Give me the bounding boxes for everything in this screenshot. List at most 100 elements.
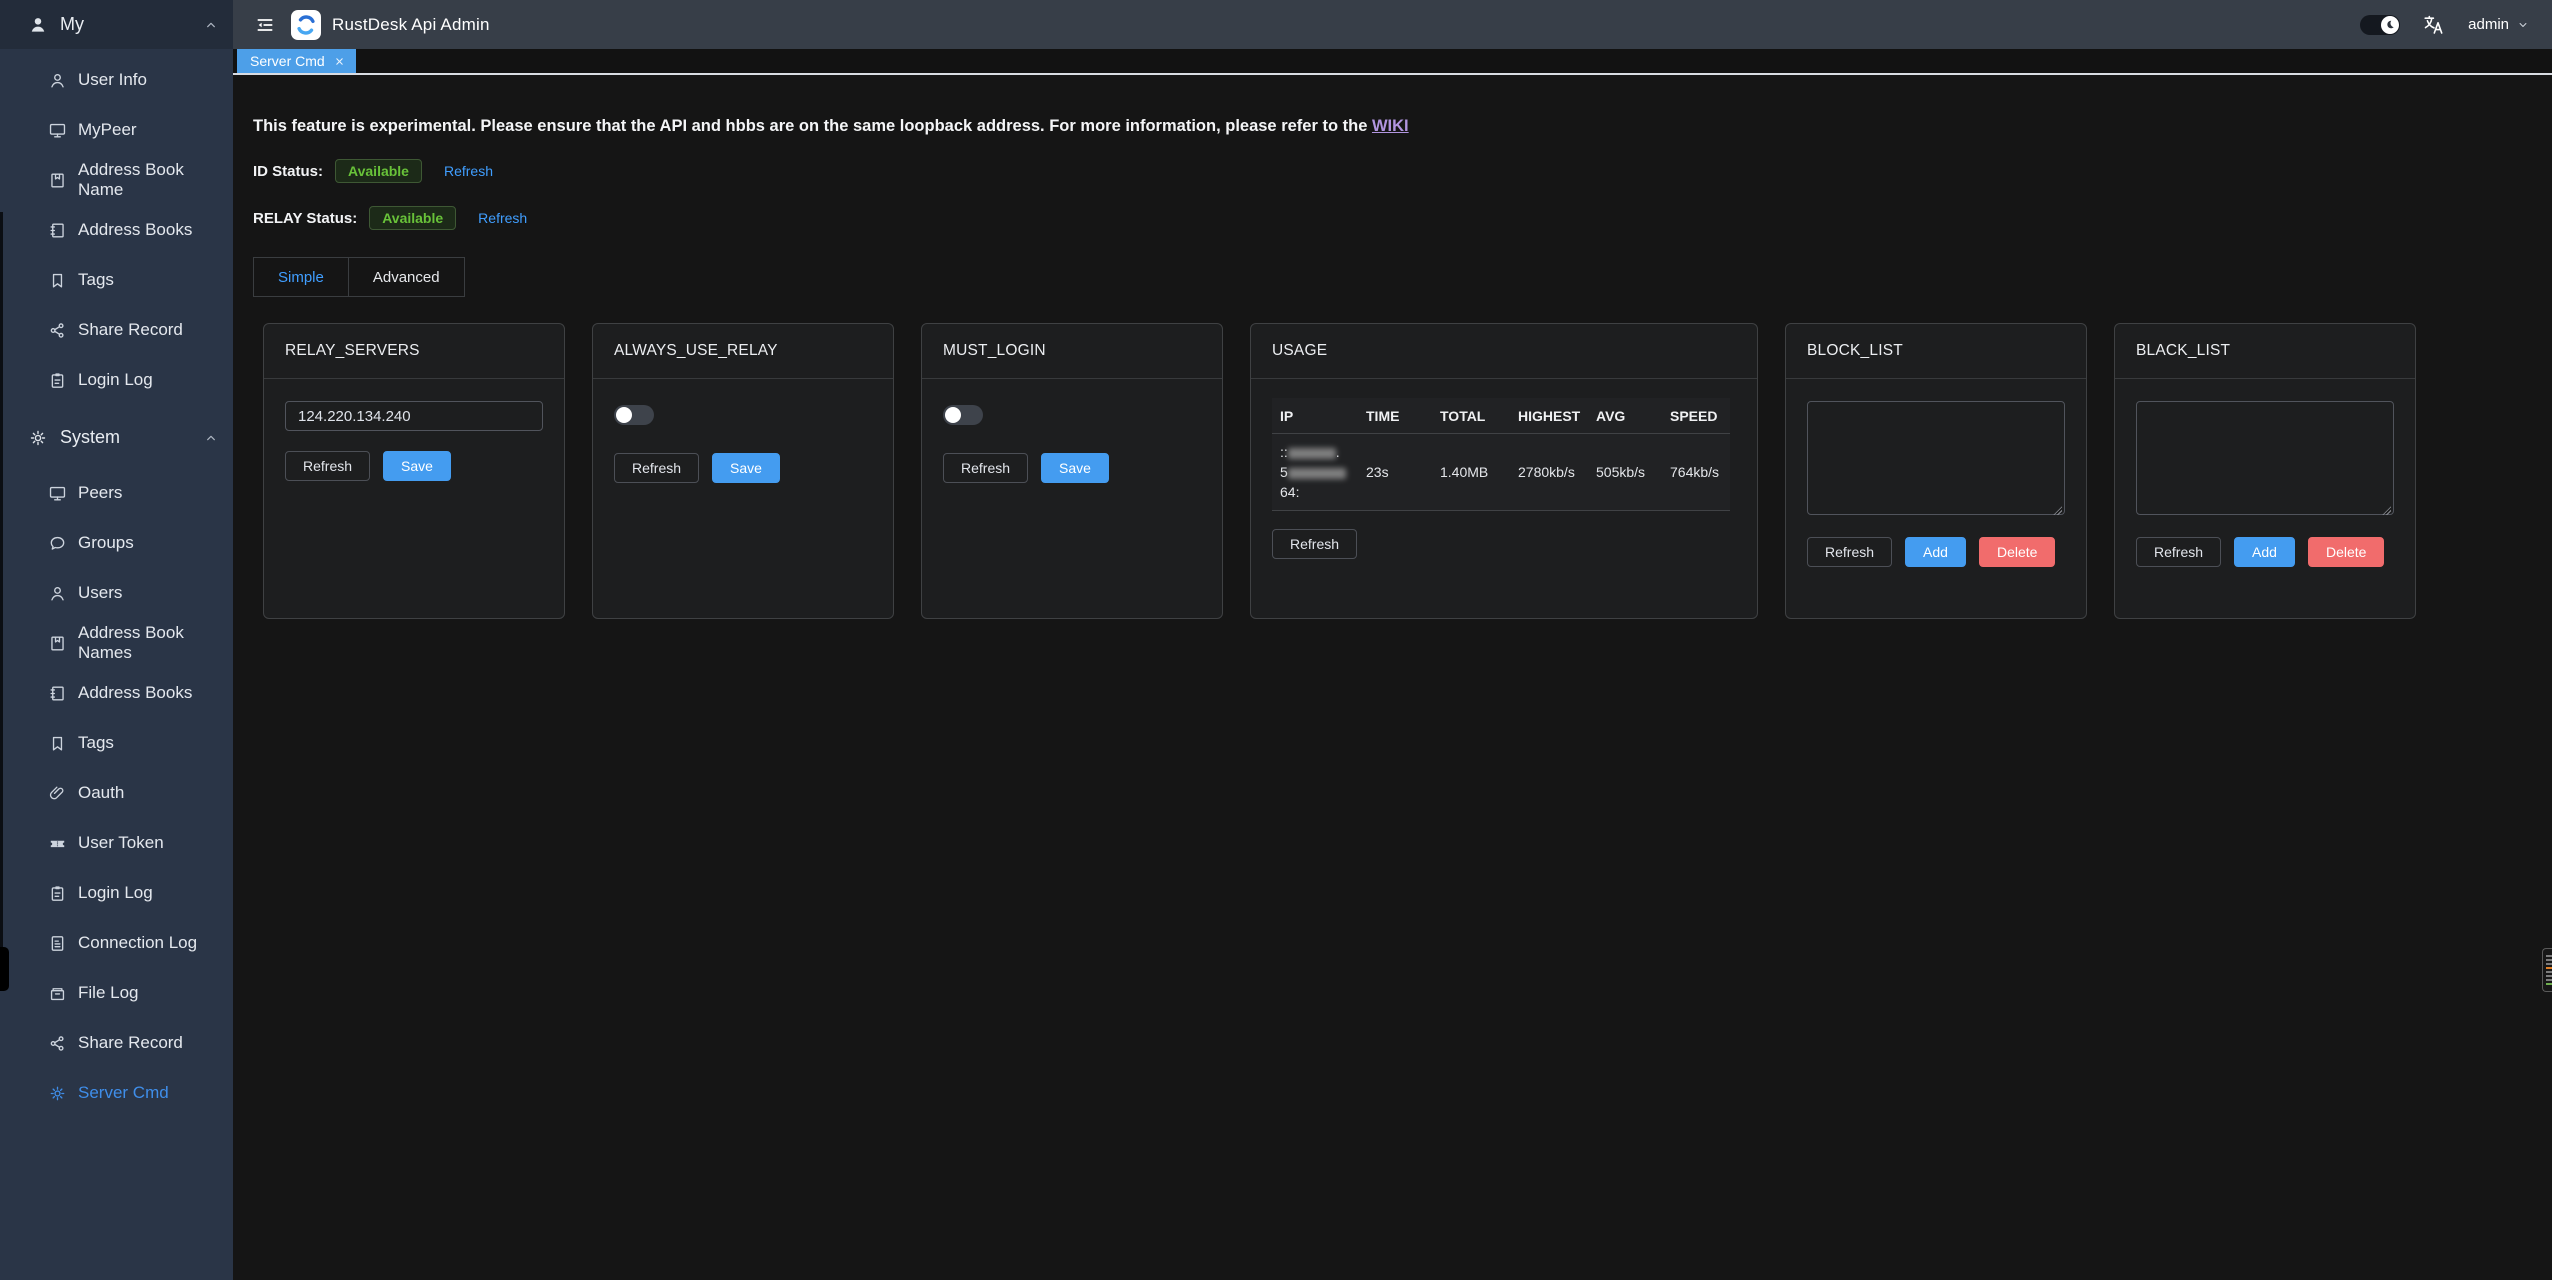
sidebar-item-address-books[interactable]: Address Books [0, 205, 233, 255]
usage-refresh-button[interactable]: Refresh [1272, 529, 1357, 559]
sidebar-item-share-record[interactable]: Share Record [0, 305, 233, 355]
usage-highest-cell: 2780kb/s [1510, 456, 1588, 488]
paperclip-icon [48, 784, 67, 803]
tab-advanced[interactable]: Advanced [348, 257, 465, 297]
sidebar-item-oauth[interactable]: Oauth [0, 768, 233, 818]
sidebar-item-server-cmd[interactable]: Server Cmd [0, 1068, 233, 1118]
black-list-refresh-button[interactable]: Refresh [2136, 537, 2221, 567]
rustdesk-logo [291, 10, 321, 40]
sidebar-fold-icon[interactable] [255, 15, 275, 35]
col-avg: AVG [1588, 398, 1662, 433]
toggle-knob [945, 407, 961, 423]
relay-servers-refresh-button[interactable]: Refresh [285, 451, 370, 481]
block-list-add-button[interactable]: Add [1905, 537, 1966, 567]
relay-servers-input[interactable] [285, 401, 543, 431]
col-ip: IP [1272, 398, 1358, 433]
sidebar-group-my[interactable]: My [0, 0, 233, 49]
sidebar-item-address-book-name[interactable]: Address Book Name [0, 155, 233, 205]
sidebar-group-system[interactable]: System [0, 413, 233, 462]
card-header: ALWAYS_USE_RELAY [593, 324, 893, 379]
sidebar-item-address-books-system[interactable]: Address Books [0, 668, 233, 718]
sidebar-item-user-info[interactable]: User Info [0, 55, 233, 105]
mode-tabs: Simple Advanced [253, 257, 2532, 297]
sidebar-item-address-book-names[interactable]: Address Book Names [0, 618, 233, 668]
card-title: MUST_LOGIN [943, 342, 1046, 360]
always-use-relay-toggle[interactable] [614, 405, 654, 425]
edge-extension-widget[interactable] [2542, 948, 2552, 992]
block-list-textarea[interactable] [1807, 401, 2065, 515]
id-status-line: ID Status: Available Refresh [253, 159, 2532, 183]
sidebar-item-label: Share Record [78, 1033, 183, 1053]
user-icon [48, 584, 67, 603]
card-must-login: MUST_LOGIN Refresh Save [921, 323, 1223, 619]
dark-mode-knob [2381, 16, 2399, 34]
black-list-delete-button[interactable]: Delete [2308, 537, 2384, 567]
block-list-refresh-button[interactable]: Refresh [1807, 537, 1892, 567]
always-use-relay-refresh-button[interactable]: Refresh [614, 453, 699, 483]
dark-mode-toggle[interactable] [2360, 15, 2400, 35]
monitor-icon [48, 121, 67, 140]
sidebar-item-tags[interactable]: Tags [0, 255, 233, 305]
wiki-link[interactable]: WIKI [1372, 117, 1409, 135]
card-body: Refresh Add Delete [1786, 379, 2086, 618]
share-icon [48, 1034, 67, 1053]
relay-status-refresh-link[interactable]: Refresh [478, 210, 527, 226]
sidebar-item-user-token[interactable]: User Token [0, 818, 233, 868]
sidebar: My User Info MyPeer Address Book Name Ad… [0, 0, 233, 1280]
card-body: Refresh Save [264, 379, 564, 618]
resize-grip-icon[interactable] [2382, 506, 2391, 515]
sidebar-item-login-log-system[interactable]: Login Log [0, 868, 233, 918]
sidebar-item-label: File Log [78, 983, 138, 1003]
sidebar-item-connection-log[interactable]: Connection Log [0, 918, 233, 968]
close-icon[interactable] [333, 55, 346, 68]
translate-icon[interactable] [2422, 13, 2446, 37]
black-list-add-button[interactable]: Add [2234, 537, 2295, 567]
toggle-knob [616, 407, 632, 423]
sidebar-item-groups[interactable]: Groups [0, 518, 233, 568]
card-always-use-relay: ALWAYS_USE_RELAY Refresh Save [592, 323, 894, 619]
sidebar-item-label: Groups [78, 533, 134, 553]
col-highest: HIGHEST [1510, 398, 1588, 433]
main-content: This feature is experimental. Please ens… [233, 77, 2552, 1280]
sidebar-item-file-log[interactable]: File Log [0, 968, 233, 1018]
resize-grip-icon[interactable] [2053, 506, 2062, 515]
must-login-refresh-button[interactable]: Refresh [943, 453, 1028, 483]
sidebar-item-login-log[interactable]: Login Log [0, 355, 233, 405]
tab-server-cmd[interactable]: Server Cmd [237, 49, 356, 73]
relay-status-line: RELAY Status: Available Refresh [253, 206, 2532, 230]
sidebar-item-tags-system[interactable]: Tags [0, 718, 233, 768]
id-status-refresh-link[interactable]: Refresh [444, 163, 493, 179]
tab-simple[interactable]: Simple [253, 257, 349, 297]
must-login-save-button[interactable]: Save [1041, 453, 1109, 483]
card-header: BLACK_LIST [2115, 324, 2415, 379]
book-icon [48, 634, 67, 653]
always-use-relay-save-button[interactable]: Save [712, 453, 780, 483]
usage-total-cell: 1.40MB [1432, 456, 1510, 488]
sidebar-item-share-record-system[interactable]: Share Record [0, 1018, 233, 1068]
sidebar-item-label: Tags [78, 733, 114, 753]
must-login-toggle[interactable] [943, 405, 983, 425]
user-menu[interactable]: admin [2468, 16, 2530, 33]
sidebar-item-label: Login Log [78, 883, 153, 903]
card-body: IP TIME TOTAL HIGHEST AVG SPEED ::. 5 64… [1251, 379, 1757, 618]
sidebar-item-peers[interactable]: Peers [0, 468, 233, 518]
black-list-textarea[interactable] [2136, 401, 2394, 515]
usage-time-cell: 23s [1358, 456, 1432, 488]
chat-icon [48, 534, 67, 553]
block-list-delete-button[interactable]: Delete [1979, 537, 2055, 567]
card-title: ALWAYS_USE_RELAY [614, 342, 778, 360]
user-menu-label: admin [2468, 16, 2509, 33]
ip-text: . [1336, 444, 1340, 460]
button-row: Refresh Save [614, 453, 872, 483]
clipboard-icon [48, 884, 67, 903]
sidebar-item-users[interactable]: Users [0, 568, 233, 618]
ip-text: :: [1280, 444, 1288, 460]
sidebar-item-mypeer[interactable]: MyPeer [0, 105, 233, 155]
usage-avg-cell: 505kb/s [1588, 456, 1662, 488]
usage-ip-cell: ::. 5 64: [1272, 434, 1358, 510]
sidebar-item-label: Tags [78, 270, 114, 290]
card-body: Refresh Save [593, 379, 893, 618]
relay-servers-save-button[interactable]: Save [383, 451, 451, 481]
textarea-wrap [2136, 401, 2394, 520]
sidebar-item-label: Users [78, 583, 122, 603]
